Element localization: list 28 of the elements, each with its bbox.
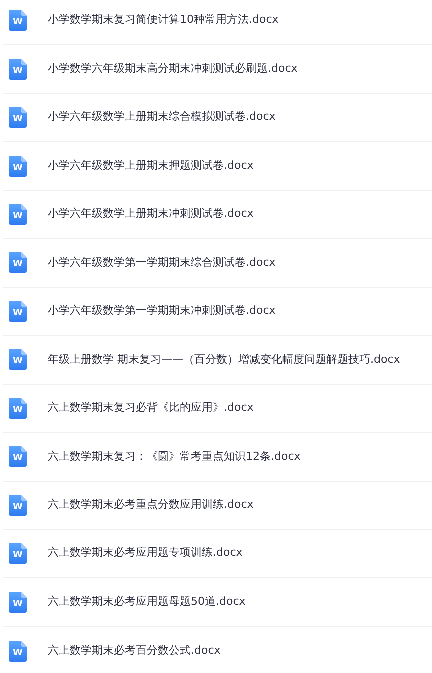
file-name[interactable]: 小学六年级数学第一学期期末综合测试卷.docx (48, 254, 276, 272)
file-name[interactable]: 六上数学期末必考应用题母题50道.docx (48, 594, 246, 610)
document-icon: W (9, 446, 27, 468)
document-icon: W (9, 10, 27, 32)
document-icon: W (9, 300, 27, 322)
file-name[interactable]: 小学数学六年级期末高分期末冲刺测试必刷题.docx (48, 60, 298, 78)
file-name[interactable]: 小学六年级数学上册期末综合模拟测试卷.docx (48, 109, 276, 126)
document-icon: W (9, 398, 27, 419)
document-icon: W (9, 543, 27, 564)
document-icon: W (9, 156, 27, 177)
document-icon: W (9, 58, 27, 80)
document-icon: W (9, 592, 27, 613)
file-name[interactable]: 小学六年级数学第一学期期末冲刺测试卷.docx (48, 303, 276, 320)
file-name[interactable]: 年级上册数学 期末复习——（百分数）增减变化幅度问题解题技巧.docx (48, 352, 400, 368)
document-icon: W (9, 107, 27, 128)
document-icon: W (9, 494, 27, 516)
file-name[interactable]: 六上数学期末必考百分数公式.docx (48, 642, 221, 660)
file-name[interactable]: 六上数学期末必考应用题专项训练.docx (48, 545, 243, 562)
file-name[interactable]: 小学数学期末复习简便计算10种常用方法.docx (48, 12, 279, 29)
file-name[interactable]: 六上数学期末必考重点分数应用训练.docx (48, 497, 254, 514)
document-icon: W (9, 204, 27, 226)
document-icon: W (9, 640, 27, 662)
file-name[interactable]: 六上数学期末复习必背《比的应用》.docx (48, 400, 254, 417)
file-name[interactable]: 小学六年级数学上册期末冲刺测试卷.docx (48, 206, 254, 223)
file-name[interactable]: 小学六年级数学上册期末押题测试卷.docx (48, 158, 254, 174)
file-name[interactable]: 六上数学期末复习：《圆》常考重点知识12条.docx (48, 448, 301, 466)
document-icon: W (9, 252, 27, 274)
document-icon: W (9, 349, 27, 370)
